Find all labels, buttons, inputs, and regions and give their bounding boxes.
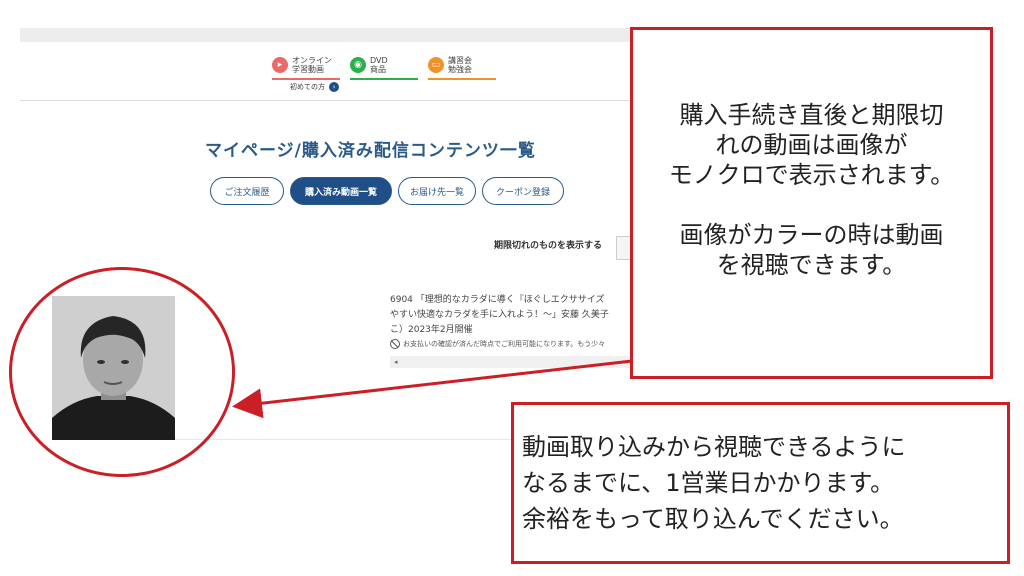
tab-order-history[interactable]: ご注文履歴: [210, 177, 284, 205]
callout-line: れの動画は画像が: [715, 131, 908, 159]
category-nav: ▸ オンライン 学習動画 ◉ DVD 商品 ▭ 講習会 勉強会: [272, 52, 496, 80]
video-item-line: やすい快適なカラダを手に入れよう！～」安藤 久美子: [390, 310, 609, 320]
header-divider: [20, 100, 720, 101]
site-top-bar: [20, 28, 720, 42]
disc-icon: ◉: [350, 57, 366, 73]
first-time-label: 初めての方: [290, 83, 325, 91]
chevron-right-icon: ›: [329, 82, 339, 92]
prohibited-icon: [390, 339, 400, 349]
video-item-line: こ）2023年2月開催: [390, 325, 473, 335]
callout-line: を視聴できます。: [716, 251, 907, 279]
scroll-left-arrow-icon[interactable]: ◂: [394, 358, 398, 366]
tab-purchased-videos[interactable]: 購入済み動画一覧: [290, 177, 392, 205]
callout-processing-time: 動画取り込みから視聴できるように なるまでに、1営業日かかります。 余裕をもって…: [511, 402, 1010, 564]
nav-dvd[interactable]: ◉ DVD 商品: [350, 52, 418, 80]
callout-line: 動画取り込みから視聴できるように: [522, 433, 906, 461]
play-icon: ▸: [272, 57, 288, 73]
mypage-tabs: ご注文履歴 購入済み動画一覧 お届け先一覧 クーポン登録: [210, 177, 564, 205]
nav-seminar-line2: 勉強会: [448, 65, 472, 74]
first-time-link[interactable]: 初めての方 ›: [290, 82, 339, 92]
nav-online-line1: オンライン: [292, 56, 332, 65]
callout-line: モノクロで表示されます。: [668, 161, 955, 189]
tab-delivery-addresses[interactable]: お届け先一覧: [398, 177, 476, 205]
nav-seminars[interactable]: ▭ 講習会 勉強会: [428, 52, 496, 80]
nav-online-videos[interactable]: ▸ オンライン 学習動画: [272, 52, 340, 80]
callout-monochrome-explanation: 購入手続き直後と期限切 れの動画は画像が モノクロで表示されます。 画像がカラー…: [630, 27, 993, 379]
callout-line: なるまでに、1営業日かかります。: [522, 469, 895, 497]
nav-dvd-line2: 商品: [370, 65, 386, 74]
chalkboard-icon: ▭: [428, 57, 444, 73]
content-divider: [175, 439, 515, 440]
horizontal-scrollbar[interactable]: ◂: [390, 356, 640, 368]
availability-notice-text: お支払いの確認が済んだ時点でご利用可能になります。もう少々: [403, 340, 606, 348]
callout-line: [633, 190, 990, 220]
highlight-circle: [9, 267, 235, 477]
callout-line: 購入手続き直後と期限切: [679, 101, 944, 129]
callout-line: 余裕をもって取り込んでください。: [522, 505, 904, 533]
nav-underline: [428, 78, 496, 80]
nav-underline: [272, 78, 340, 80]
callout-line: 画像がカラーの時は動画: [679, 221, 944, 249]
nav-online-line2: 学習動画: [292, 65, 324, 74]
show-expired-label: 期限切れのものを表示する: [494, 241, 603, 251]
tab-coupon-register[interactable]: クーポン登録: [482, 177, 564, 205]
nav-dvd-line1: DVD: [370, 56, 388, 65]
video-item-line: 6904 「理想的なカラダに導く『ほぐしエクササイズ: [390, 295, 605, 305]
video-item-title[interactable]: 6904 「理想的なカラダに導く『ほぐしエクササイズ やすい快適なカラダを手に入…: [390, 293, 640, 338]
nav-underline: [350, 78, 418, 80]
availability-notice: お支払いの確認が済んだ時点でご利用可能になります。もう少々: [390, 339, 640, 349]
nav-seminar-line1: 講習会: [448, 56, 472, 65]
page-title: マイページ/購入済み配信コンテンツ一覧: [205, 141, 536, 161]
